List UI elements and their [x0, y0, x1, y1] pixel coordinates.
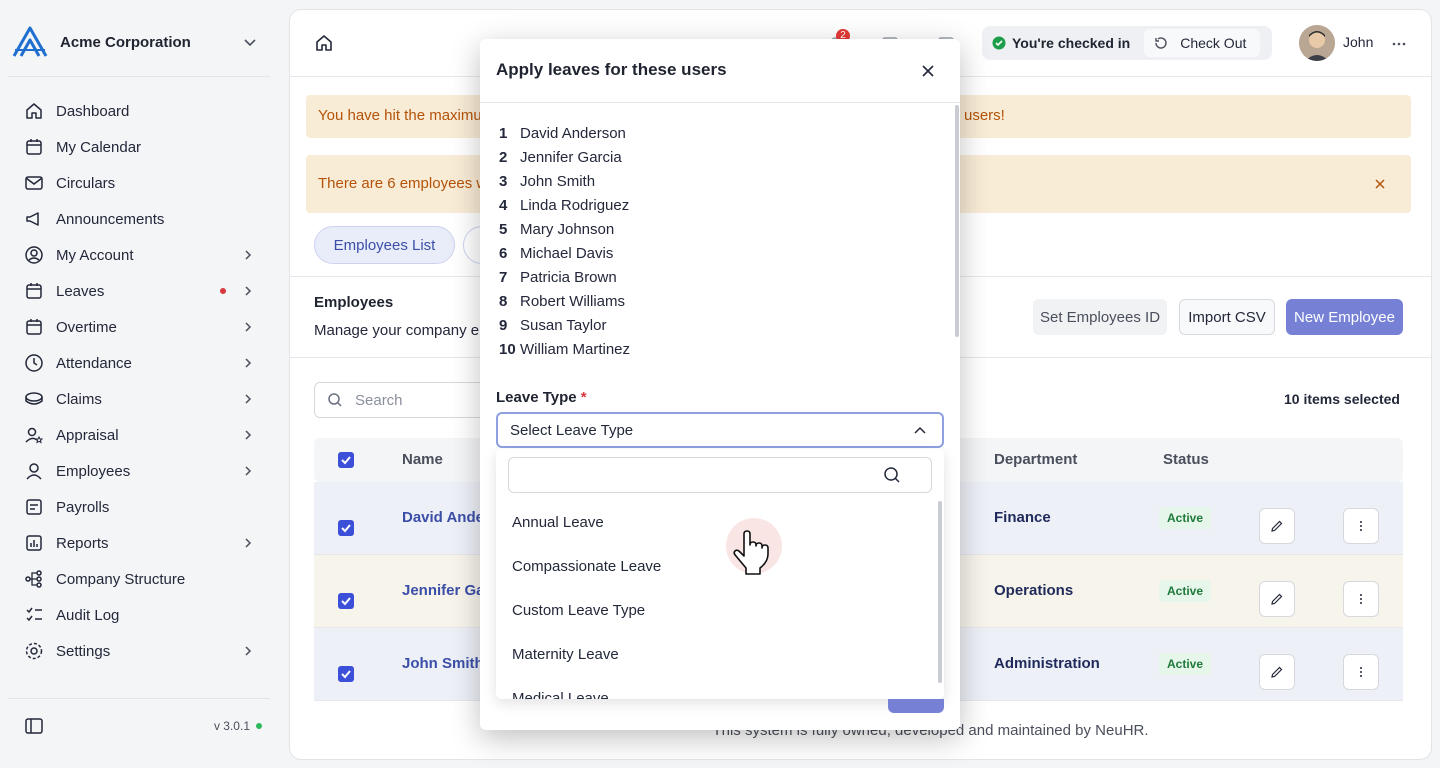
leave-type-label-text: Leave Type [496, 389, 577, 406]
dropdown-search-input[interactable] [508, 457, 932, 493]
hand-cursor-icon [726, 518, 782, 575]
user-name: William Martinez [520, 340, 631, 358]
list-item: 8 Robert Williams [499, 289, 630, 313]
list-number: 6 [499, 244, 508, 262]
required-mark: * [580, 389, 587, 406]
search-icon [884, 467, 900, 483]
list-item: 6 Michael Davis [499, 241, 630, 265]
list-item: 5 Mary Johnson [499, 217, 630, 241]
modal-header: Apply leaves for these users [480, 39, 960, 103]
dropdown-option[interactable]: Annual Leave [512, 514, 604, 531]
apply-button[interactable] [888, 699, 944, 713]
user-name: Michael Davis [520, 244, 614, 262]
list-number: 2 [499, 148, 508, 166]
close-icon[interactable] [920, 63, 936, 79]
dropdown-option[interactable]: Compassionate Leave [512, 558, 661, 575]
dropdown-option[interactable]: Custom Leave Type [512, 602, 645, 619]
user-name: Mary Johnson [520, 220, 615, 238]
user-name: Linda Rodriguez [520, 196, 630, 214]
selected-users-list: 1 David Anderson 2 Jennifer Garcia 3 John S… [499, 121, 630, 361]
list-number: 3 [499, 172, 508, 190]
leave-type-select[interactable]: Select Leave Type [496, 412, 944, 448]
list-number: 9 [499, 316, 508, 334]
leave-type-dropdown: Annual Leave Compassionate Leave Custom … [496, 449, 944, 699]
list-number: 1 [499, 124, 508, 142]
dropdown-scrollbar[interactable] [938, 501, 942, 683]
user-name: John Smith [520, 172, 596, 190]
list-item: 1 David Anderson [499, 121, 630, 145]
modal-scrollbar[interactable] [955, 105, 959, 337]
dropdown-option[interactable]: Maternity Leave [512, 646, 619, 663]
user-name: Jennifer Garcia [520, 148, 622, 166]
list-item: 2 Jennifer Garcia [499, 145, 630, 169]
list-item: 9 Susan Taylor [499, 313, 630, 337]
apply-leaves-modal: Apply leaves for these users 1 David Ande… [480, 39, 960, 730]
user-name: Susan Taylor [520, 316, 607, 334]
user-name: Robert Williams [520, 292, 626, 310]
list-item: 4 Linda Rodriguez [499, 193, 630, 217]
select-placeholder: Select Leave Type [510, 421, 634, 439]
list-number: 4 [499, 196, 508, 214]
list-number: 5 [499, 220, 508, 238]
list-number: 10 [499, 340, 516, 358]
user-name: David Anderson [520, 124, 626, 142]
modal-title: Apply leaves for these users [496, 60, 727, 79]
chevron-up-icon [914, 426, 926, 434]
list-item: 3 John Smith [499, 169, 630, 193]
list-number: 8 [499, 292, 508, 310]
user-name: Patricia Brown [520, 268, 617, 286]
list-number: 7 [499, 268, 508, 286]
leave-type-label: Leave Type * [496, 389, 587, 406]
dropdown-option[interactable]: Medical Leave [512, 690, 609, 699]
list-item: 10 William Martinez [499, 337, 630, 361]
list-item: 7 Patricia Brown [499, 265, 630, 289]
